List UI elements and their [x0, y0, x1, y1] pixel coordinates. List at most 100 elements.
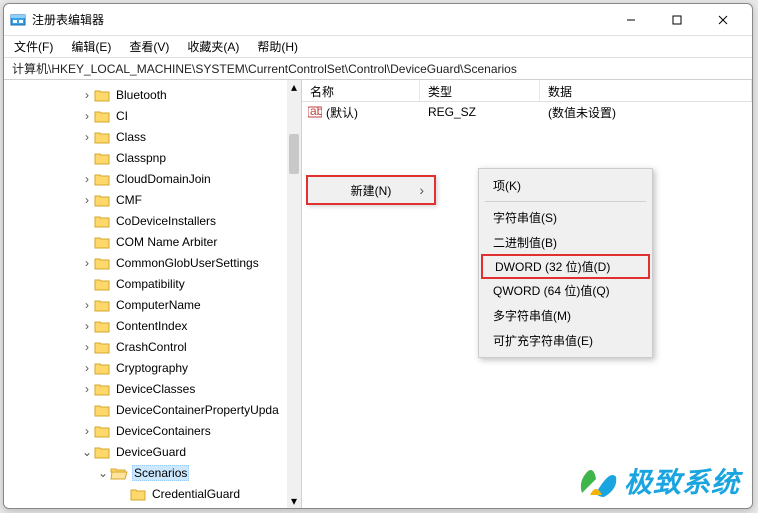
value-type: REG_SZ	[420, 105, 540, 119]
tree-label: ContentIndex	[114, 319, 189, 333]
tree-label: DeviceClasses	[114, 382, 197, 396]
tree-label: ComputerName	[114, 298, 203, 312]
tree-label: Bluetooth	[114, 88, 169, 102]
scroll-thumb[interactable]	[289, 134, 299, 174]
app-icon	[10, 12, 26, 28]
vertical-scrollbar[interactable]: ▴ ▾	[287, 80, 301, 508]
value-name: (默认)	[326, 104, 358, 121]
tree-panel: › Bluetooth › CI › Class Classpnp › CloudDomainJ…	[4, 80, 302, 508]
tree-node[interactable]: › DeviceClasses	[4, 378, 287, 399]
submenu-item[interactable]: 可扩充字符串值(E)	[481, 328, 650, 353]
menu-help[interactable]: 帮助(H)	[253, 36, 302, 57]
tree-label: DeviceContainerPropertyUpda	[114, 403, 281, 417]
tree-node[interactable]: ⌄ Scenarios	[4, 462, 287, 483]
expander-icon[interactable]: ⌄	[96, 466, 110, 480]
submenu-item[interactable]: QWORD (64 位)值(Q)	[481, 278, 650, 303]
watermark: 极致系统	[576, 461, 740, 501]
submenu-item[interactable]: DWORD (32 位)值(D)	[481, 254, 650, 279]
submenu-item[interactable]: 项(K)	[481, 173, 650, 198]
tree-label: CommonGlobUserSettings	[114, 256, 261, 270]
svg-text:ab: ab	[310, 105, 322, 118]
tree-node[interactable]: › CommonGlobUserSettings	[4, 252, 287, 273]
tree-node[interactable]: › Bluetooth	[4, 84, 287, 105]
registry-tree[interactable]: › Bluetooth › CI › Class Classpnp › CloudDomainJ…	[4, 80, 287, 508]
watermark-logo-icon	[576, 463, 618, 499]
menu-separator	[485, 201, 646, 202]
address-bar[interactable]: 计算机\HKEY_LOCAL_MACHINE\SYSTEM\CurrentCon…	[4, 58, 752, 80]
tree-node[interactable]: CredentialGuard	[4, 483, 287, 504]
tree-label: Cryptography	[114, 361, 190, 375]
expander-icon[interactable]: ›	[80, 256, 94, 270]
tree-label: Classpnp	[114, 151, 168, 165]
window-title: 注册表编辑器	[32, 11, 608, 28]
submenu-item[interactable]: 二进制值(B)	[481, 230, 650, 255]
tree-label: Scenarios	[132, 465, 189, 481]
tree-label: DeviceContainers	[114, 424, 213, 438]
menu-file[interactable]: 文件(F)	[10, 36, 57, 57]
tree-node[interactable]: COM Name Arbiter	[4, 231, 287, 252]
column-data[interactable]: 数据	[540, 80, 752, 101]
tree-node[interactable]: › ComputerName	[4, 294, 287, 315]
expander-icon[interactable]: ›	[80, 340, 94, 354]
expander-icon[interactable]: ›	[80, 172, 94, 186]
tree-label: Compatibility	[114, 277, 187, 291]
minimize-button[interactable]	[608, 5, 654, 35]
tree-node[interactable]: CoDeviceInstallers	[4, 210, 287, 231]
menu-edit[interactable]: 编辑(E)	[67, 36, 115, 57]
tree-node[interactable]: ⌄ DeviceGuard	[4, 441, 287, 462]
submenu-item[interactable]: 多字符串值(M)	[481, 303, 650, 328]
maximize-button[interactable]	[654, 5, 700, 35]
tree-label: DeviceOverrides	[114, 508, 207, 509]
expander-icon[interactable]: ›	[80, 361, 94, 375]
value-row[interactable]: ab (默认) REG_SZ (数值未设置)	[302, 102, 752, 122]
context-new-label: 新建(N)	[351, 182, 392, 199]
value-data: (数值未设置)	[540, 104, 752, 121]
new-submenu: 项(K) 字符串值(S)二进制值(B)DWORD (32 位)值(D)QWORD …	[478, 168, 653, 358]
address-text: 计算机\HKEY_LOCAL_MACHINE\SYSTEM\CurrentCon…	[12, 60, 517, 77]
tree-label: CMF	[114, 193, 144, 207]
tree-node[interactable]: › CloudDomainJoin	[4, 168, 287, 189]
column-headers[interactable]: 名称 类型 数据	[302, 80, 752, 102]
menubar: 文件(F) 编辑(E) 查看(V) 收藏夹(A) 帮助(H)	[4, 36, 752, 58]
expander-icon[interactable]: ›	[80, 319, 94, 333]
tree-node[interactable]: DeviceContainerPropertyUpda	[4, 399, 287, 420]
tree-node[interactable]: › CMF	[4, 189, 287, 210]
tree-node[interactable]: › DeviceOverrides	[4, 504, 287, 508]
tree-node[interactable]: Classpnp	[4, 147, 287, 168]
menu-favorites[interactable]: 收藏夹(A)	[183, 36, 243, 57]
tree-node[interactable]: › Class	[4, 126, 287, 147]
scroll-up-icon[interactable]: ▴	[287, 80, 301, 94]
expander-icon[interactable]: ›	[80, 130, 94, 144]
tree-label: COM Name Arbiter	[114, 235, 219, 249]
tree-label: DeviceGuard	[114, 445, 188, 459]
context-menu-new[interactable]: 新建(N)	[306, 175, 436, 205]
tree-node[interactable]: › ContentIndex	[4, 315, 287, 336]
expander-icon[interactable]: ›	[80, 109, 94, 123]
titlebar: 注册表编辑器	[4, 4, 752, 36]
tree-label: CloudDomainJoin	[114, 172, 213, 186]
tree-node[interactable]: › DeviceContainers	[4, 420, 287, 441]
expander-icon[interactable]: ›	[80, 424, 94, 438]
string-value-icon: ab	[308, 105, 322, 119]
expander-icon[interactable]: ›	[80, 298, 94, 312]
expander-icon[interactable]: ›	[80, 382, 94, 396]
tree-label: Class	[114, 130, 148, 144]
tree-node[interactable]: › CI	[4, 105, 287, 126]
expander-icon[interactable]: ›	[80, 193, 94, 207]
expander-icon[interactable]: ›	[80, 508, 94, 509]
close-button[interactable]	[700, 5, 746, 35]
tree-node[interactable]: Compatibility	[4, 273, 287, 294]
expander-icon[interactable]: ›	[80, 88, 94, 102]
tree-label: CrashControl	[114, 340, 189, 354]
tree-label: CI	[114, 109, 130, 123]
tree-label: CredentialGuard	[150, 487, 242, 501]
scroll-down-icon[interactable]: ▾	[287, 494, 301, 508]
column-type[interactable]: 类型	[420, 80, 540, 101]
expander-icon[interactable]: ⌄	[80, 445, 94, 459]
submenu-item[interactable]: 字符串值(S)	[481, 205, 650, 230]
tree-node[interactable]: › Cryptography	[4, 357, 287, 378]
menu-view[interactable]: 查看(V)	[125, 36, 173, 57]
tree-node[interactable]: › CrashControl	[4, 336, 287, 357]
column-name[interactable]: 名称	[302, 80, 420, 101]
watermark-text: 极致系统	[624, 461, 740, 501]
